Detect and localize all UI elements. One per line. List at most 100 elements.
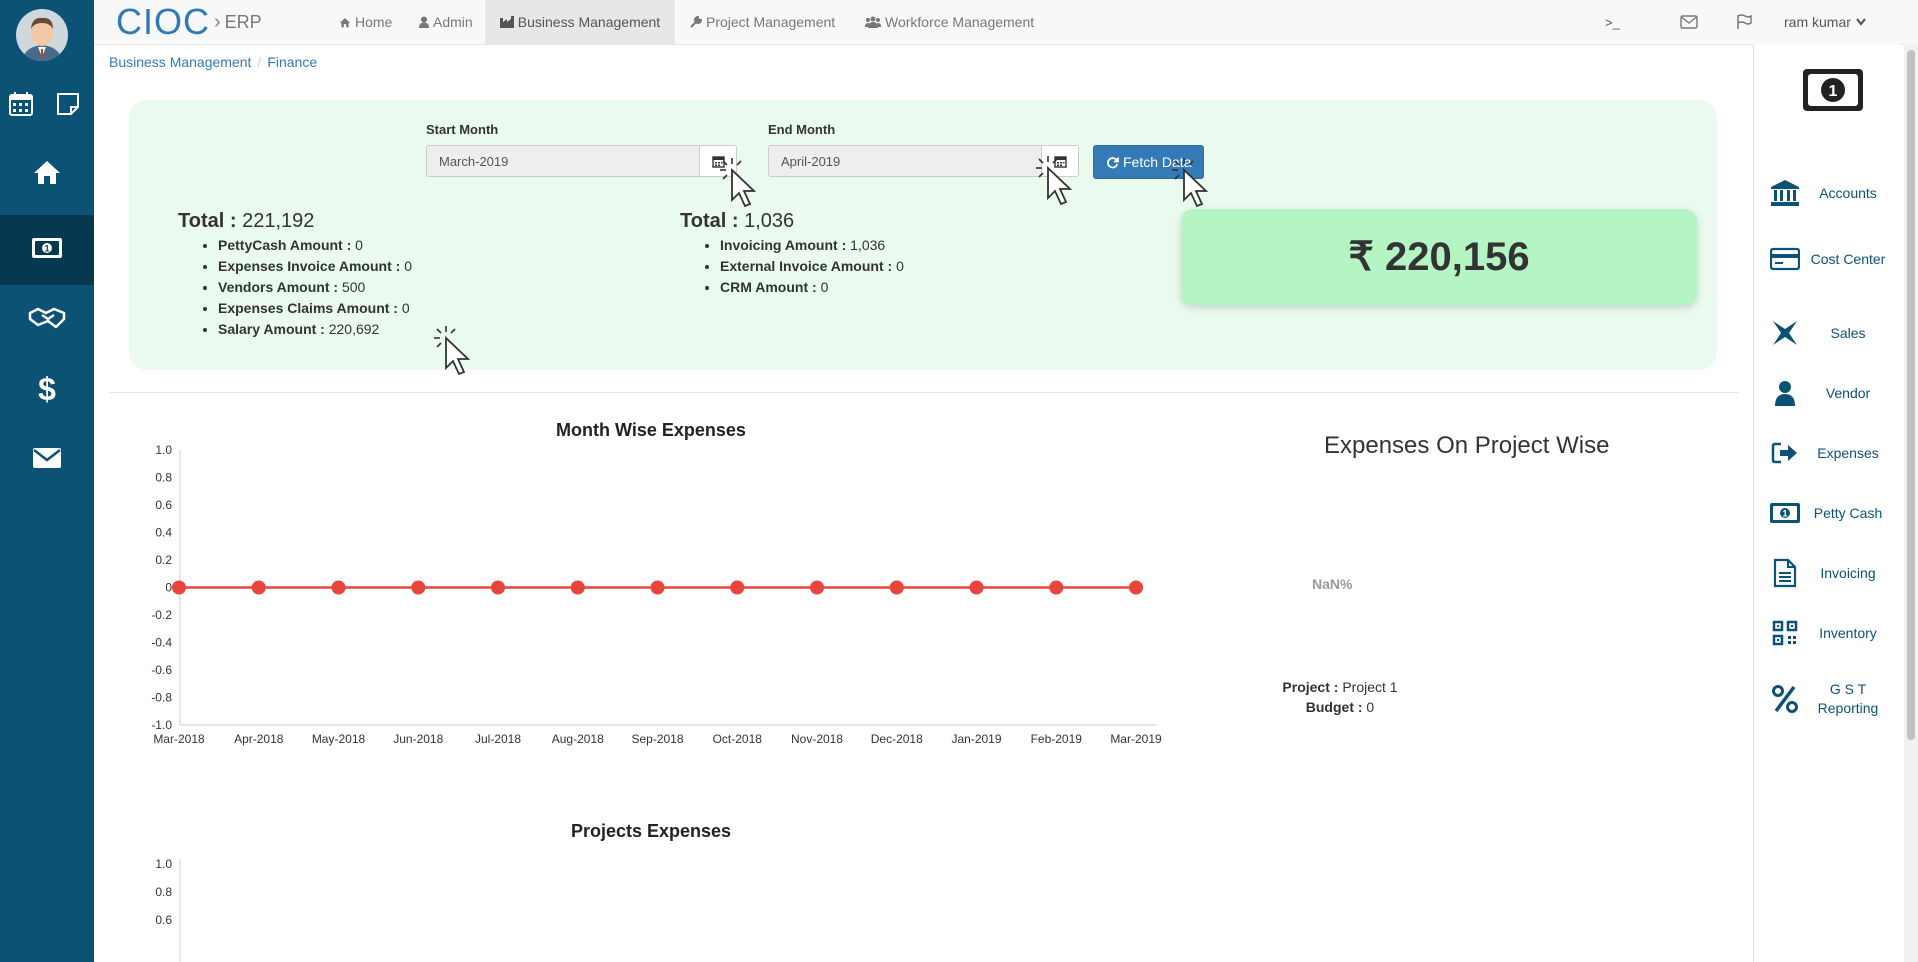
users-icon xyxy=(865,16,881,28)
home-icon xyxy=(32,159,62,190)
sidebar-item-invoicing[interactable]: Invoicing xyxy=(1768,556,1894,590)
breadcrumb-finance[interactable]: Finance xyxy=(267,54,317,70)
divider xyxy=(109,392,1739,393)
y-tick-label: 0 xyxy=(165,581,172,595)
list-item: Invoicing Amount : 1,036 xyxy=(720,235,904,256)
sidebar-item-finance[interactable]: 1 xyxy=(0,215,94,285)
list-item: External Invoice Amount : 0 xyxy=(720,256,904,277)
expenses-summary: Total : 221,192 PettyCash Amount : 0 Exp… xyxy=(178,210,412,340)
month-wise-expenses-chart: 1.00.80.60.40.20-0.2-0.4-0.6-0.8-1.0Mar-… xyxy=(151,443,1162,746)
calendar-icon xyxy=(1053,155,1067,168)
x-tick-label: Dec-2018 xyxy=(871,732,923,746)
calendar-icon[interactable] xyxy=(1,84,41,124)
sidebar-item-sales[interactable]: Sales xyxy=(1768,316,1894,350)
nav-business-management[interactable]: Business Management xyxy=(485,0,675,44)
notifications-button[interactable] xyxy=(1736,0,1752,44)
sidebar-item-cost-center[interactable]: Cost Center xyxy=(1768,242,1894,276)
y-tick-label: 0.6 xyxy=(155,913,172,927)
income-total: Total : 1,036 xyxy=(680,210,795,232)
data-point xyxy=(889,580,904,595)
sidebar-item-expenses[interactable]: Expenses xyxy=(1768,436,1894,470)
right-sidebar: 1 Accounts Cost Center Sales Vendor Expe… xyxy=(1753,44,1900,962)
x-tick-label: Mar-2019 xyxy=(1110,732,1162,746)
end-month-label: End Month xyxy=(768,122,836,137)
brand-logo: CIOC xyxy=(116,1,210,42)
scrollbar[interactable] xyxy=(1904,44,1918,962)
y-tick-label: -0.6 xyxy=(151,663,172,677)
y-tick-label: -0.4 xyxy=(151,636,172,650)
sidebar-item-vendor[interactable]: Vendor xyxy=(1768,376,1894,410)
money-icon: 1 xyxy=(1802,68,1864,117)
sidebar-item-dollar[interactable]: $ xyxy=(0,355,94,425)
svg-text:1: 1 xyxy=(44,243,49,253)
handshake-icon xyxy=(28,305,66,336)
notes-icon[interactable] xyxy=(48,84,88,124)
messages-button[interactable] xyxy=(1680,0,1698,44)
income-summary: Total : 1,036 Invoicing Amount : 1,036 E… xyxy=(680,210,904,298)
y-tick-label: 0.8 xyxy=(155,885,172,899)
list-item: CRM Amount : 0 xyxy=(720,277,904,298)
envelope-icon xyxy=(32,446,62,475)
svg-text:1: 1 xyxy=(1829,83,1838,100)
nav-project-management[interactable]: Project Management xyxy=(682,0,843,44)
start-month-input[interactable] xyxy=(426,145,700,177)
sidebar-item-accounts[interactable]: Accounts xyxy=(1768,176,1894,210)
data-point xyxy=(1049,580,1064,595)
y-tick-label: -0.2 xyxy=(151,608,172,622)
y-tick-label: 1.0 xyxy=(155,857,172,871)
start-month-calendar-button[interactable] xyxy=(699,145,737,177)
x-tick-label: Jul-2018 xyxy=(475,732,521,746)
x-tick-label: Aug-2018 xyxy=(552,732,604,746)
x-tick-label: Jan-2019 xyxy=(951,732,1001,746)
sidebar-item-handshake[interactable] xyxy=(0,285,94,355)
data-point xyxy=(650,580,665,595)
industry-icon xyxy=(499,16,514,28)
svg-text:1: 1 xyxy=(1782,509,1787,519)
user-name: ram kumar xyxy=(1784,14,1851,30)
budget-line: Budget : 0 xyxy=(1305,699,1375,715)
finance-summary-panel: Start Month End Month Fetch Data Total :… xyxy=(129,100,1717,370)
calendar-icon xyxy=(711,155,725,168)
breadcrumb-business-management[interactable]: Business Management xyxy=(109,54,251,70)
percent-icon xyxy=(1768,682,1802,716)
sidebar-item-home[interactable] xyxy=(0,139,94,209)
projects-expenses-chart: 1.0 0.8 0.6 xyxy=(155,857,181,962)
list-item: PettyCash Amount : 0 xyxy=(218,235,412,256)
x-tick-label: Jun-2018 xyxy=(393,732,443,746)
money-icon: 1 xyxy=(31,237,63,264)
net-amount: ₹ 220,156 xyxy=(1348,235,1530,279)
list-item: Expenses Invoice Amount : 0 xyxy=(218,256,412,277)
data-point xyxy=(1129,580,1143,595)
sidebar-item-petty-cash[interactable]: 1 Petty Cash xyxy=(1768,496,1894,530)
qrcode-icon xyxy=(1768,616,1802,650)
data-point xyxy=(730,580,745,595)
nav-admin[interactable]: Admin xyxy=(411,0,481,44)
fetch-data-button[interactable]: Fetch Data xyxy=(1093,145,1205,179)
data-point xyxy=(969,580,984,595)
avatar[interactable] xyxy=(16,9,68,61)
sidebar-item-gst-reporting[interactable]: G S T Reporting xyxy=(1768,680,1894,718)
terminal-button[interactable]: >_ xyxy=(1605,0,1620,44)
x-tick-label: Nov-2018 xyxy=(791,732,843,746)
project-tooltip: Project : Project 1 Budget : 0 xyxy=(1250,677,1430,717)
flag-icon xyxy=(1737,14,1752,29)
sidebar-item-mail[interactable] xyxy=(0,425,94,495)
end-month-calendar-button[interactable] xyxy=(1041,145,1079,177)
scrollbar-thumb[interactable] xyxy=(1907,50,1915,740)
y-tick-label: 0.4 xyxy=(155,526,172,540)
data-point xyxy=(251,580,266,595)
user-menu[interactable]: ram kumar xyxy=(1784,0,1866,44)
document-icon xyxy=(1768,556,1802,590)
list-item: Salary Amount : 220,692 xyxy=(218,319,412,340)
x-tick-label: Apr-2018 xyxy=(234,732,284,746)
end-month-input[interactable] xyxy=(768,145,1042,177)
nav-workforce-management[interactable]: Workforce Management xyxy=(857,0,1042,44)
nav-home[interactable]: Home xyxy=(331,0,400,44)
sidebar-item-inventory[interactable]: Inventory xyxy=(1768,616,1894,650)
data-point xyxy=(491,580,505,595)
top-navbar: CIOC › ERP Home Admin Business Managemen… xyxy=(94,0,1918,45)
brand[interactable]: CIOC › ERP xyxy=(116,0,262,44)
chevron-down-icon xyxy=(1856,18,1866,26)
data-point xyxy=(411,580,426,595)
refresh-icon xyxy=(1107,156,1119,168)
